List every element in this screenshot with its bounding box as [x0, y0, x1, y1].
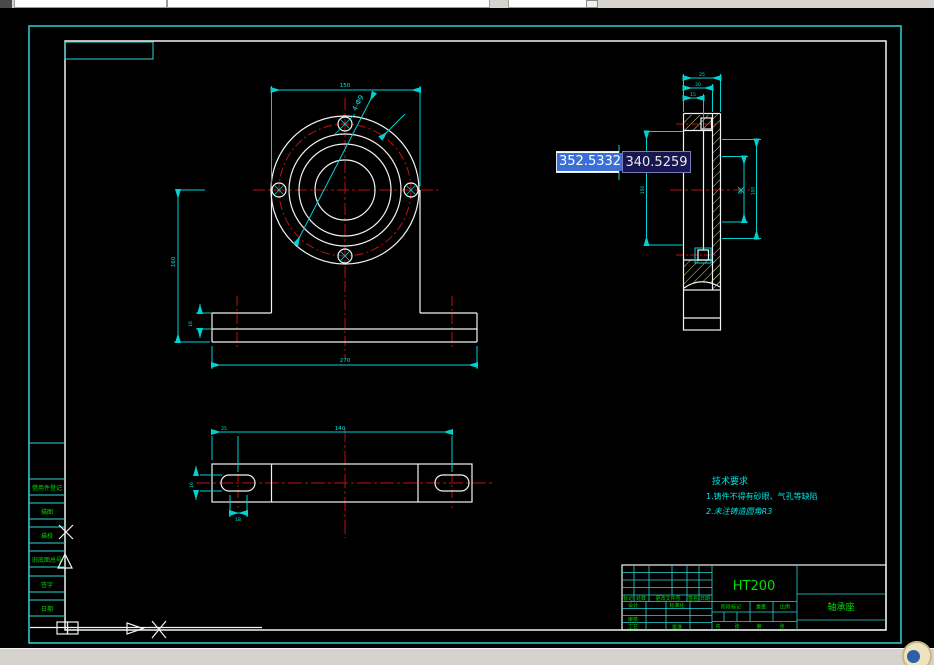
- side-base-outline: [682, 289, 722, 331]
- strip-label: 描图: [41, 508, 53, 516]
- dim-side-top3: 15: [690, 92, 696, 98]
- side-view-dim-text: 25 20 15 150 80 100: [640, 72, 757, 195]
- tb-date: 日期: [700, 596, 710, 602]
- application-window: 借用件登记 描图 描校 旧底图总号 签字 日期 150 4-Φ9 160 16 …: [0, 0, 934, 665]
- dim-slot-length: 18: [235, 517, 241, 523]
- toolbar-combo-right[interactable]: [508, 0, 587, 8]
- tb-stage: 阶段标记: [721, 604, 741, 611]
- dim-base-thickness: 16: [188, 321, 194, 327]
- dim-bolt-callout: 4-Φ9: [351, 94, 366, 113]
- tb-standard: 标准化: [669, 602, 684, 609]
- tb-sheet-total: 共: [715, 623, 720, 630]
- strip-label: 日期: [41, 605, 53, 613]
- front-view-dimensions: [174, 86, 478, 369]
- tech-req-line1: 1.铸件不得有砂眼、气孔等缺陷: [706, 491, 818, 501]
- tb-sheet-zhang1: 张: [734, 623, 739, 630]
- cross-mark-upper[interactable]: [58, 524, 74, 540]
- dim-base-width: 270: [340, 358, 351, 364]
- plan-view: 140 25 16 18: [189, 426, 492, 538]
- dim-side-top1: 25: [699, 72, 705, 78]
- tb-file: 更改文件号: [655, 595, 680, 602]
- strip-label: 描校: [41, 532, 53, 540]
- strip-label: 旧底图总号: [32, 556, 62, 564]
- arrowhead-mark[interactable]: [126, 622, 145, 635]
- side-view: 25 20 15 150 80 100: [618, 72, 761, 331]
- tb-part-name: 轴承座: [827, 601, 854, 613]
- sheet-frame: [28, 25, 902, 644]
- tb-process: 工艺: [628, 625, 638, 631]
- tb-design: 设计: [628, 602, 638, 609]
- tb-approve: 批准: [672, 624, 682, 631]
- top-toolbar-strip: [0, 0, 934, 8]
- cad-canvas[interactable]: 借用件登记 描图 描校 旧底图总号 签字 日期 150 4-Φ9 160 16 …: [0, 0, 934, 665]
- dynamic-input-x-value: 352.5332: [557, 153, 624, 171]
- dim-plan-offset: 25: [221, 426, 227, 432]
- dynamic-input-y[interactable]: 340.5259: [622, 151, 691, 173]
- strip-label: 签字: [41, 581, 53, 589]
- dim-slot-width: 16: [189, 482, 195, 488]
- strip-label: 借用件登记: [32, 484, 62, 492]
- dim-side-top2: 20: [695, 82, 701, 88]
- tb-sheet-page: 第: [756, 623, 761, 630]
- toolbar-divider: [166, 0, 168, 8]
- tray-icon[interactable]: [902, 641, 932, 665]
- tech-requirements: 技术要求 1.铸件不得有砂眼、气孔等缺陷 2.未注铸造圆角R3: [706, 475, 818, 516]
- tb-check: 审核: [628, 616, 638, 623]
- dim-plan-length: 140: [335, 426, 346, 432]
- tb-mark: 标记: [623, 595, 633, 602]
- tb-sign: 签名: [688, 595, 698, 602]
- tb-count: 处数: [636, 595, 646, 602]
- dim-side-left: 150: [640, 186, 646, 195]
- dim-front-width: 150: [340, 83, 351, 89]
- toolbar-combo-left[interactable]: [14, 0, 490, 8]
- title-block: 标记 处数 更改文件号 签名 日期 设计 标准化 审核 工艺 批准 阶段标记 重…: [621, 564, 887, 631]
- dynamic-input-x[interactable]: 352.5332: [556, 151, 624, 173]
- bottom-status-strip: [0, 641, 934, 665]
- dim-front-height: 160: [171, 256, 177, 267]
- tb-sheet-zhang2: 张: [779, 623, 784, 630]
- toolbar-fragment: [0, 0, 12, 8]
- tb-weight: 重量: [756, 604, 766, 611]
- dim-side-right-outer: 100: [751, 187, 757, 196]
- tray-icon-ball: [907, 650, 920, 663]
- left-title-strip: 借用件登记 描图 描校 旧底图总号 签字 日期: [29, 442, 65, 617]
- front-view: 150 4-Φ9 160 16 270: [171, 83, 478, 369]
- tb-material: HT200: [733, 579, 776, 594]
- front-view-dim-text: 150 4-Φ9 160 16 270: [171, 83, 366, 364]
- dim-side-right-inner: 80: [738, 188, 744, 194]
- dynamic-input-y-value: 340.5259: [625, 154, 688, 170]
- toolbar-button-fragment[interactable]: [586, 0, 598, 8]
- tech-req-line2: 2.未注铸造圆角R3: [706, 507, 772, 516]
- tech-req-title: 技术要求: [712, 475, 748, 487]
- top-left-attach-box: [64, 41, 154, 60]
- tb-scale: 比例: [780, 604, 790, 611]
